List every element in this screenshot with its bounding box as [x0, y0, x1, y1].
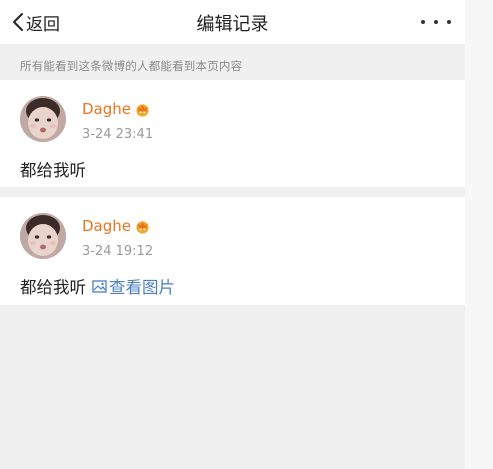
side-margin	[465, 0, 493, 469]
notice-text: 所有能看到这条微博的人都能看到本页内容	[20, 59, 243, 73]
avatar[interactable]	[20, 213, 66, 259]
timestamp: 3-24 19:12	[82, 244, 154, 259]
vip-crown-icon	[136, 220, 149, 234]
username[interactable]: Daghe	[82, 100, 150, 118]
page-title: 编辑记录	[196, 14, 269, 35]
edit-record: Daghe 3-24 23:41 都给我听	[0, 80, 465, 187]
post-content: 都给我听	[20, 161, 86, 180]
edit-history-screen: 返回 编辑记录 所有能看到这条微博的人都能看到本页内容 Daghe 3-24 2…	[0, 0, 465, 469]
more-horizontal-icon	[421, 20, 425, 24]
vip-crown-icon	[136, 103, 149, 117]
avatar[interactable]	[20, 96, 66, 142]
view-image-link[interactable]: 查看图片	[92, 274, 175, 298]
navigation-bar: 返回 编辑记录	[0, 0, 465, 44]
visibility-notice: 所有能看到这条微博的人都能看到本页内容	[0, 44, 465, 80]
edit-record: Daghe 3-24 19:12 都给我听 查看图片	[0, 197, 465, 305]
username[interactable]: Daghe	[82, 217, 150, 235]
post-content: 都给我听 查看图片	[20, 274, 175, 298]
more-button[interactable]	[421, 14, 451, 30]
image-icon	[92, 279, 107, 293]
timestamp: 3-24 23:41	[82, 127, 154, 142]
